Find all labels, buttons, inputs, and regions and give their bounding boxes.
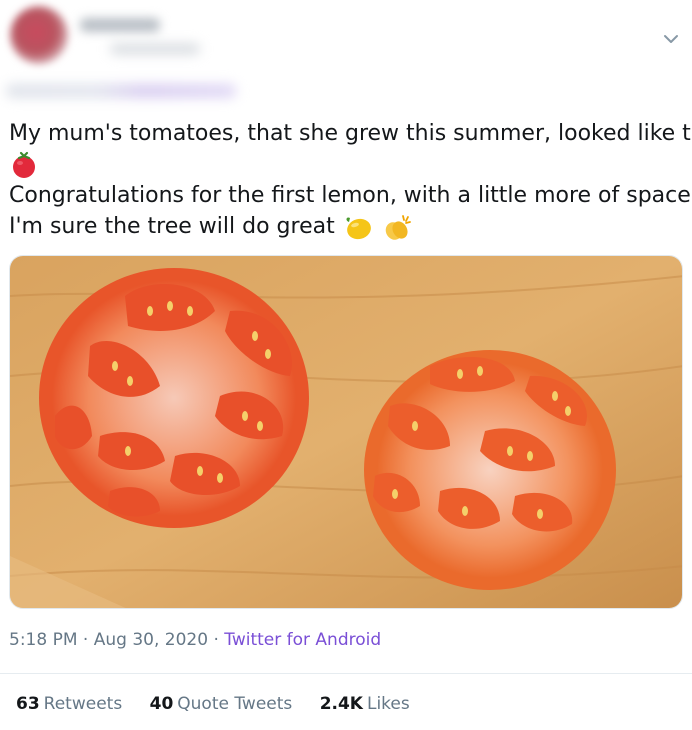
meta-separator: · (82, 630, 89, 650)
clapping-hands-emoji (385, 215, 411, 240)
retweets-count: 63 (16, 694, 40, 714)
tweet-text-line-1: My mum's tomatoes, that she grew this su… (9, 121, 692, 146)
tweet-text-line-3-wrap: I'm sure the tree will do great (9, 211, 689, 242)
tweet-source-link[interactable]: Twitter for Android (224, 630, 381, 650)
tweet-meta: 5:18 PM · Aug 30, 2020 · Twitter for And… (9, 630, 381, 650)
meta-separator: · (213, 630, 219, 650)
blurred-handle (110, 44, 200, 54)
likes-count: 2.4K (319, 694, 363, 714)
left-tomato-slice (39, 268, 309, 528)
tweet-photo[interactable] (9, 255, 683, 609)
likes-label: Likes (366, 694, 410, 714)
tweet-date[interactable]: Aug 30, 2020 (94, 630, 208, 650)
tweet-header (0, 0, 692, 110)
tweet-text-line-3: I'm sure the tree will do great (9, 214, 335, 239)
quote-tweets-label: Quote Tweets (177, 694, 293, 714)
blurred-display-name (80, 18, 160, 32)
retweets-label: Retweets (43, 694, 123, 714)
right-tomato-slice (364, 350, 616, 590)
tomato-slices-photo (10, 256, 682, 608)
avatar[interactable] (10, 6, 68, 64)
tweet-emoji-line (9, 149, 689, 180)
engagement-stats: 63 Retweets 40 Quote Tweets 2.4K Likes (16, 694, 432, 714)
tweet-text-line-2: Congratulations for the first lemon, wit… (9, 183, 691, 208)
quote-tweets-stat[interactable]: 40 Quote Tweets (150, 694, 293, 714)
tweet-time[interactable]: 5:18 PM (9, 630, 78, 650)
quote-tweets-count: 40 (149, 694, 174, 714)
tweet-text: My mum's tomatoes, that she grew this su… (9, 118, 692, 242)
lemon-emoji (346, 217, 371, 240)
likes-stat[interactable]: 2.4K Likes (320, 694, 410, 714)
retweets-stat[interactable]: 63 Retweets (16, 694, 122, 714)
tomato-emoji (13, 151, 35, 178)
blurred-replying-to (6, 84, 236, 98)
chevron-down-icon[interactable] (662, 30, 680, 48)
divider (0, 673, 692, 674)
